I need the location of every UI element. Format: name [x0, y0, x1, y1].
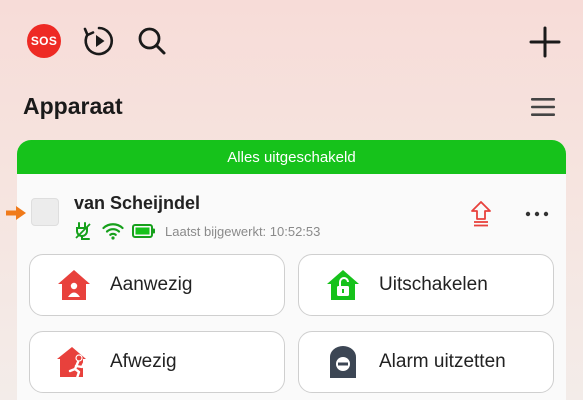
power-plug-icon: [75, 222, 91, 240]
replay-icon[interactable]: [82, 24, 116, 58]
away-mode-button[interactable]: Afwezig: [29, 331, 285, 393]
search-icon[interactable]: [136, 25, 168, 57]
away-mode-label: Afwezig: [110, 351, 177, 372]
disarm-label: Uitschakelen: [379, 274, 488, 295]
top-bar: SOS: [0, 0, 583, 84]
upload-arrow-icon[interactable]: [470, 200, 492, 228]
page-title: Apparaat: [23, 93, 123, 119]
away-icon: [56, 344, 92, 380]
sos-label: SOS: [30, 34, 58, 48]
more-options-icon[interactable]: [524, 206, 550, 222]
disarm-button[interactable]: Uitschakelen: [298, 254, 554, 316]
sos-button[interactable]: SOS: [27, 24, 61, 58]
device-thumbnail[interactable]: [31, 198, 59, 226]
battery-icon: [132, 224, 155, 238]
status-banner: Alles uitgeschakeld: [17, 140, 566, 174]
home-armed-icon: [56, 267, 92, 303]
last-updated-text: Laatst bijgewerkt: 10:52:53: [165, 223, 321, 239]
alarm-off-label: Alarm uitzetten: [379, 351, 506, 372]
home-mode-button[interactable]: Aanwezig: [29, 254, 285, 316]
plus-icon[interactable]: [527, 24, 563, 60]
device-name[interactable]: van Scheijndel: [74, 193, 200, 214]
home-disarmed-icon: [325, 267, 361, 303]
arrow-right-icon: [6, 206, 26, 220]
hamburger-menu-icon[interactable]: [529, 95, 557, 119]
home-mode-label: Aanwezig: [110, 274, 193, 295]
alarm-off-icon: [325, 344, 361, 380]
wifi-icon: [102, 223, 124, 240]
device-status-row: Laatst bijgewerkt: 10:52:53: [74, 220, 320, 242]
alarm-off-button[interactable]: Alarm uitzetten: [298, 331, 554, 393]
